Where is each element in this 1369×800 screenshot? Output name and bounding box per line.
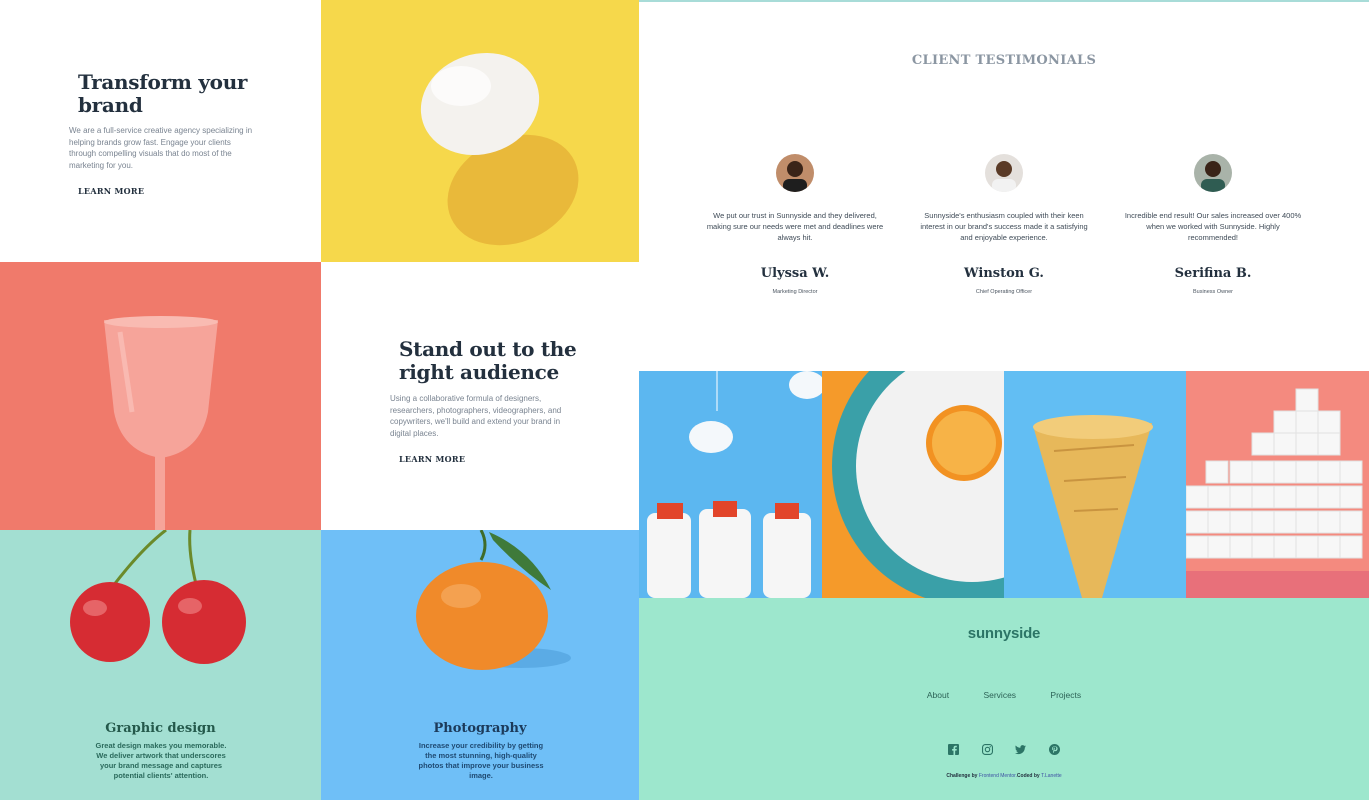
gallery-ice-cream-cone xyxy=(1004,371,1186,598)
glass-image xyxy=(0,262,321,530)
footer-logo[interactable]: sunnyside xyxy=(639,625,1369,642)
testimonials-heading: CLIENT TESTIMONIALS xyxy=(911,53,1097,68)
frontend-mentor-link[interactable]: Frontend Mentor. xyxy=(979,773,1017,779)
avatar-winston xyxy=(985,154,1023,192)
attribution-prefix: Challenge by xyxy=(946,773,978,779)
testimonial-role: Chief Operating Officer xyxy=(975,288,1033,295)
testimonial-role: Business Owner xyxy=(1192,288,1234,295)
testimonials-section: CLIENT TESTIMONIALS We put our trust in … xyxy=(639,0,1369,371)
avatar xyxy=(985,154,1023,192)
testimonial-card: Sunnyside's enthusiasm coupled with thei… xyxy=(914,154,1094,295)
standout-text: Using a collaborative formula of designe… xyxy=(390,394,562,438)
testimonial-name: Winston G. xyxy=(964,265,1044,281)
pinterest-icon[interactable] xyxy=(1048,744,1060,755)
testimonial-role: Marketing Director xyxy=(772,288,818,295)
facebook-icon[interactable] xyxy=(948,744,960,755)
footer-nav-about[interactable]: About xyxy=(927,690,949,700)
graphic-design-card: Graphic design Great design makes you me… xyxy=(0,530,321,800)
attribution: Challenge by Frontend Mentor.Coded by T.… xyxy=(639,773,1369,779)
testimonial-card: We put our trust in Sunnyside and they d… xyxy=(705,154,885,295)
orange-illustration xyxy=(416,530,571,670)
standout-title: Stand out to the right audience xyxy=(399,337,577,384)
attribution-middle: Coded by xyxy=(1016,773,1040,779)
glass-illustration xyxy=(104,316,218,530)
social-links xyxy=(639,742,1369,760)
cherries-illustration xyxy=(70,530,246,664)
twitter-icon[interactable] xyxy=(1015,744,1027,755)
photography-card: Photography Increase your credibility by… xyxy=(321,530,639,800)
hero-text-block: Transform your brand We are a full-servi… xyxy=(0,0,321,262)
hero-title: Transform your brand xyxy=(78,70,248,117)
egg-illustration xyxy=(420,52,579,246)
testimonial-quote: Sunnyside's enthusiasm coupled with thei… xyxy=(920,211,1088,243)
photography-title: Photography xyxy=(433,721,527,736)
testimonial-quote: We put our trust in Sunnyside and they d… xyxy=(706,211,884,243)
gallery-orange-plate xyxy=(822,371,1004,598)
footer-nav-projects[interactable]: Projects xyxy=(1050,690,1081,700)
footer: sunnyside About Services Projects Challe… xyxy=(639,598,1369,800)
standout-text-block: Stand out to the right audience Using a … xyxy=(321,262,639,530)
avatar xyxy=(1194,154,1232,192)
footer-nav-services[interactable]: Services xyxy=(983,690,1016,700)
hero-text: We are a full-service creative agency sp… xyxy=(69,126,253,170)
hero-learn-more-link[interactable]: LEARN MORE xyxy=(78,186,144,196)
photography-text: Increase your credibility by getting the… xyxy=(418,741,544,780)
author-link[interactable]: T.Lanette xyxy=(1041,773,1062,779)
avatar-serifina xyxy=(1194,154,1232,192)
testimonial-card: Incredible end result! Our sales increas… xyxy=(1123,154,1303,295)
avatar-ulyssa xyxy=(776,154,814,192)
graphic-design-text: Great design makes you memorable. We del… xyxy=(95,741,227,780)
testimonial-name: Ulyssa W. xyxy=(760,265,830,281)
gallery-sugar-cubes xyxy=(1186,371,1369,598)
standout-learn-more-link[interactable]: LEARN MORE xyxy=(399,454,465,464)
testimonial-name: Serifina B. xyxy=(1174,265,1252,281)
gallery xyxy=(639,371,1369,598)
avatar xyxy=(776,154,814,192)
gallery-milk-bottles xyxy=(639,371,822,598)
testimonial-quote: Incredible end result! Our sales increas… xyxy=(1124,211,1302,243)
instagram-icon[interactable] xyxy=(981,744,993,755)
graphic-design-title: Graphic design xyxy=(105,721,216,736)
footer-nav: About Services Projects xyxy=(639,690,1369,700)
egg-image xyxy=(321,0,639,262)
